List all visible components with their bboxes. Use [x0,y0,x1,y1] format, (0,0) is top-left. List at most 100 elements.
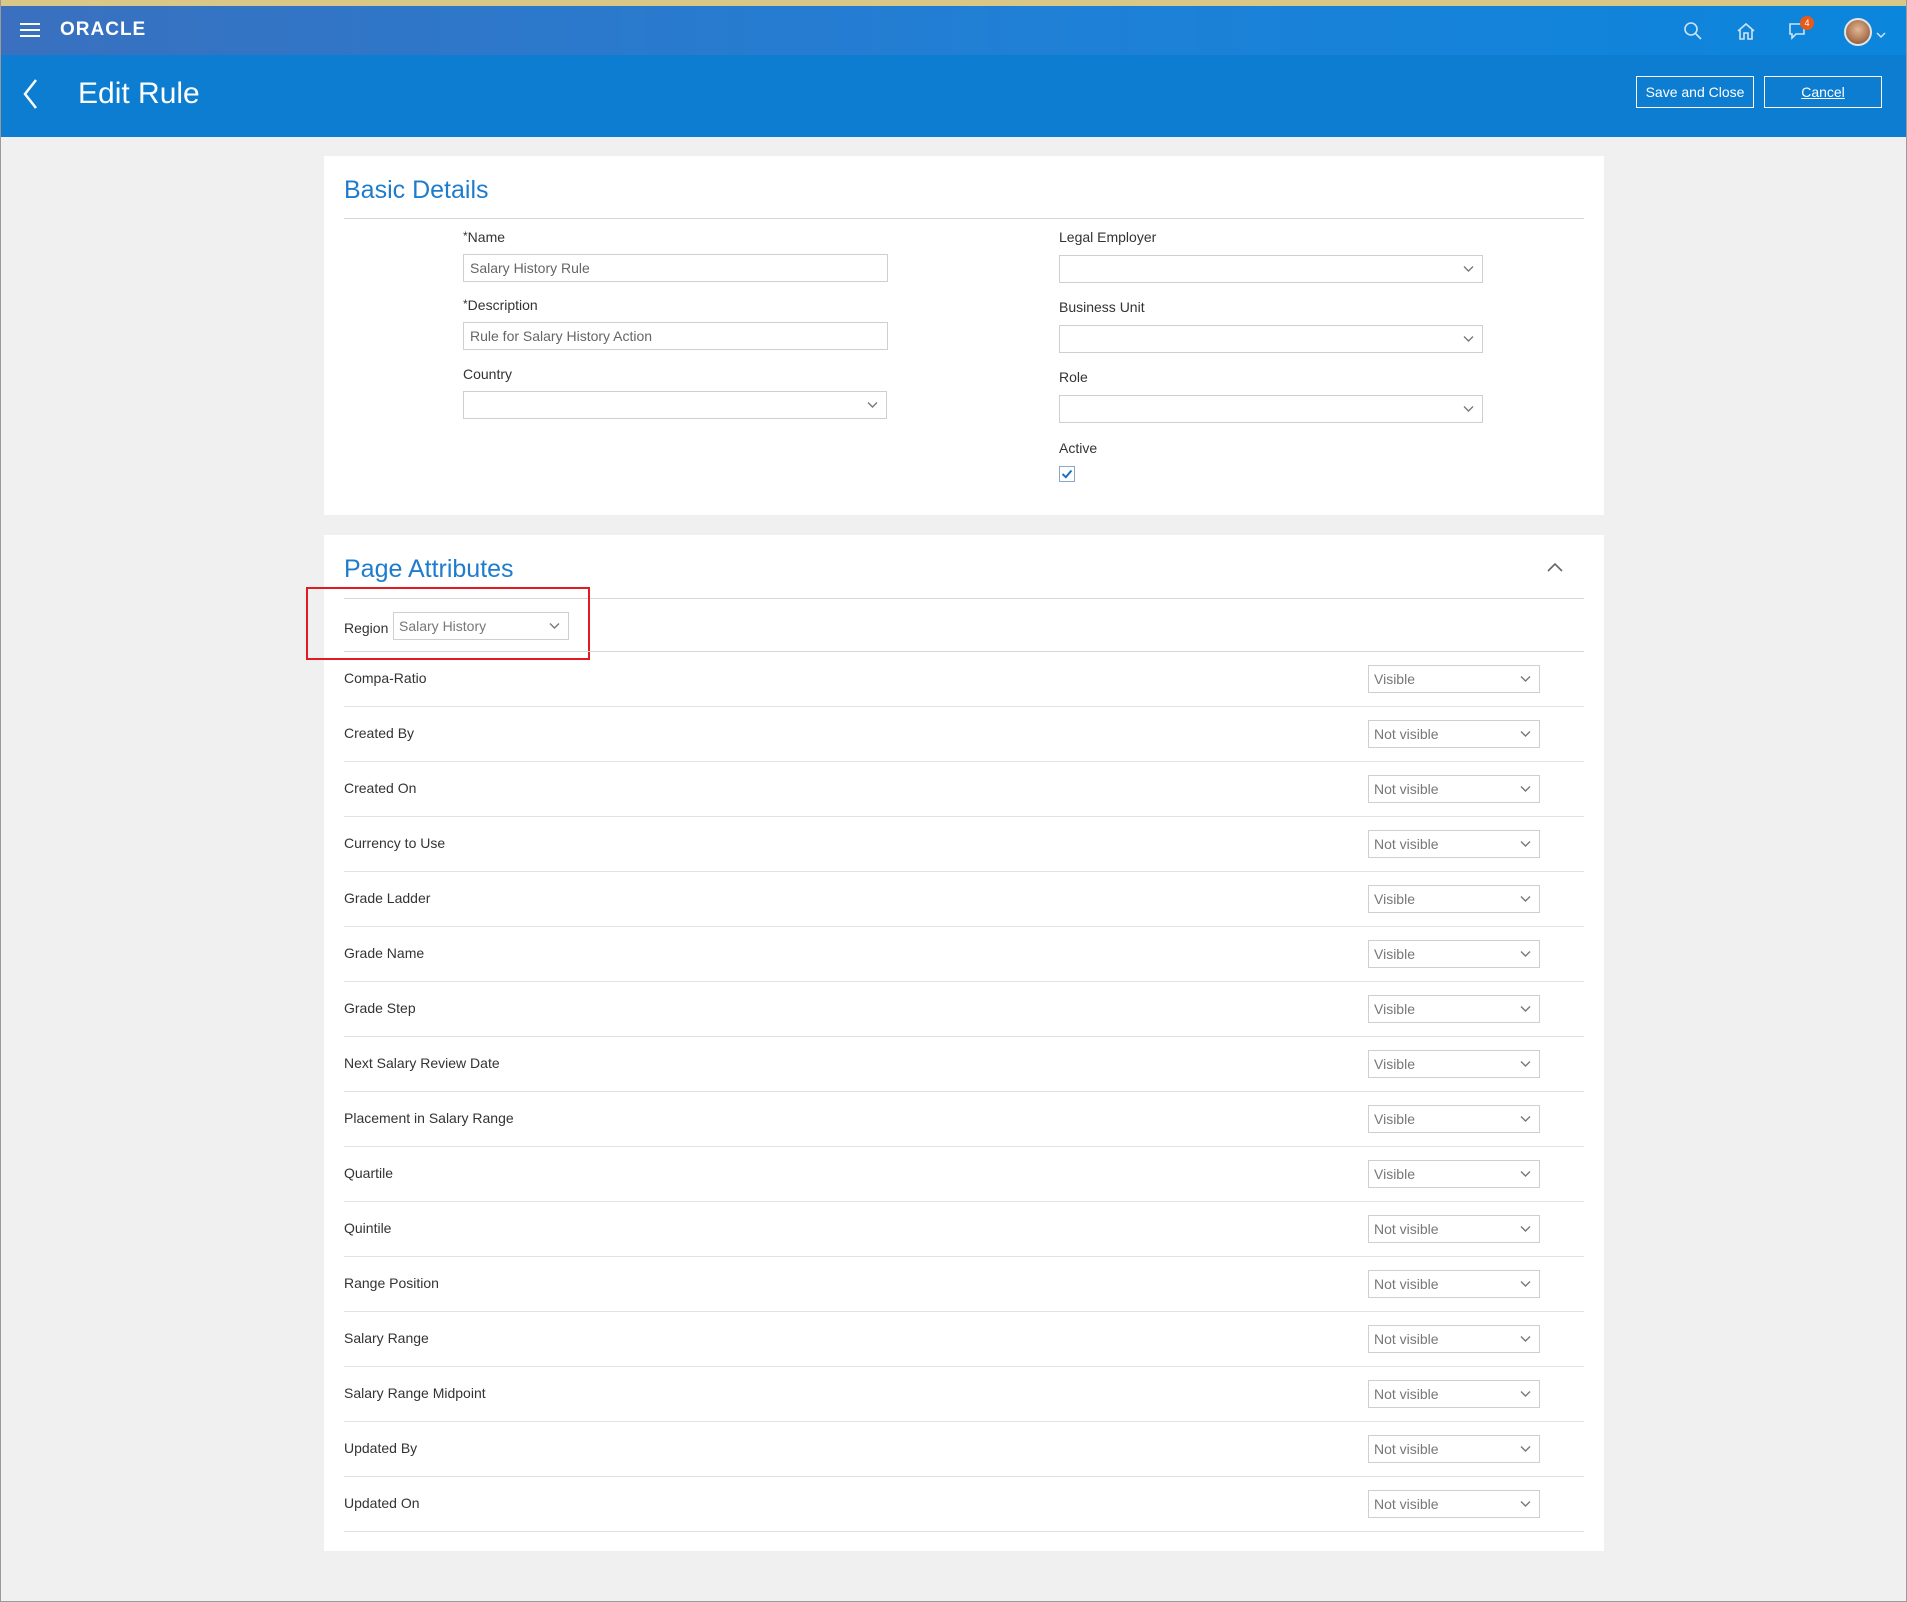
attribute-label: Quartile [344,1165,394,1181]
attribute-row: Range Position Not visible [344,1257,1584,1312]
role-label: Role [1059,369,1088,385]
visibility-value: Not visible [1374,1441,1439,1457]
chevron-down-icon [1520,951,1531,957]
attribute-label: Created On [344,780,417,796]
visibility-select[interactable]: Not visible [1368,1270,1540,1298]
visibility-select[interactable]: Visible [1368,885,1540,913]
page-title: Edit Rule [78,77,200,110]
visibility-select[interactable]: Visible [1368,940,1540,968]
chevron-down-icon [1520,1501,1531,1507]
oracle-logo: ORACLE [60,19,147,40]
page-attributes-section: Page Attributes Region Salary History Co… [306,535,1604,1551]
active-checkbox[interactable] [1059,466,1075,482]
chevron-down-icon [1520,1226,1531,1232]
visibility-value: Visible [1374,891,1415,907]
global-header: ORACLE 4 [0,6,1907,55]
search-icon[interactable] [1682,20,1704,42]
chevron-down-icon [1520,841,1531,847]
legal-employer-label: Legal Employer [1059,229,1157,245]
visibility-select[interactable]: Not visible [1368,1490,1540,1518]
attribute-row: Currency to Use Not visible [344,817,1584,872]
business-unit-label: Business Unit [1059,299,1145,315]
visibility-value: Visible [1374,1001,1415,1017]
chevron-up-icon[interactable] [1546,561,1564,573]
description-input[interactable]: Rule for Salary History Action [463,322,888,350]
save-and-close-button[interactable]: Save and Close [1636,76,1754,108]
visibility-select[interactable]: Not visible [1368,830,1540,858]
visibility-value: Visible [1374,671,1415,687]
visibility-value: Not visible [1374,836,1439,852]
basic-details-section: Basic Details *Name Salary History Rule … [324,156,1604,515]
chevron-down-icon[interactable] [1876,30,1886,40]
country-label: Country [463,366,513,382]
visibility-select[interactable]: Not visible [1368,775,1540,803]
chevron-down-icon [1520,1336,1531,1342]
notification-badge: 4 [1800,16,1814,30]
chevron-down-icon [1520,896,1531,902]
legal-employer-select[interactable] [1059,255,1483,283]
attribute-row: Created By Not visible [344,707,1584,762]
attribute-label: Quintile [344,1220,392,1236]
country-select[interactable] [463,391,887,419]
attribute-row: Created On Not visible [344,762,1584,817]
attribute-row: Quintile Not visible [344,1202,1584,1257]
back-arrow-icon[interactable] [20,77,44,111]
attribute-row: Salary Range Midpoint Not visible [344,1367,1584,1422]
attribute-label: Grade Step [344,1000,416,1016]
chevron-down-icon [1520,1061,1531,1067]
attribute-label: Salary Range Midpoint [344,1385,486,1401]
chevron-down-icon [1520,1391,1531,1397]
user-avatar[interactable] [1844,18,1872,46]
name-input[interactable]: Salary History Rule [463,254,888,282]
basic-details-title: Basic Details [344,176,489,204]
attribute-label: Next Salary Review Date [344,1055,500,1071]
active-label: Active [1059,440,1098,456]
attribute-label: Created By [344,725,415,741]
visibility-value: Not visible [1374,781,1439,797]
visibility-select[interactable]: Not visible [1368,1380,1540,1408]
chevron-down-icon [1520,1006,1531,1012]
chevron-down-icon [1520,786,1531,792]
visibility-select[interactable]: Visible [1368,665,1540,693]
visibility-value: Visible [1374,1166,1415,1182]
chevron-down-icon [549,623,560,629]
menu-icon[interactable] [20,23,40,39]
cancel-button[interactable]: Cancel [1764,76,1882,108]
attribute-row: Grade Step Visible [344,982,1584,1037]
business-unit-select[interactable] [1059,325,1483,353]
cancel-button-label: Cancel [1801,84,1845,100]
attribute-row: Grade Name Visible [344,927,1584,982]
visibility-select[interactable]: Not visible [1368,1325,1540,1353]
visibility-select[interactable]: Not visible [1368,1435,1540,1463]
visibility-value: Visible [1374,946,1415,962]
chevron-down-icon [1520,1281,1531,1287]
attribute-label: Updated On [344,1495,420,1511]
visibility-select[interactable]: Visible [1368,1105,1540,1133]
attribute-row: Compa-Ratio Visible [344,652,1584,707]
visibility-value: Not visible [1374,1331,1439,1347]
name-label-text: Name [467,229,506,245]
attribute-row: Salary Range Not visible [344,1312,1584,1367]
visibility-value: Not visible [1374,1386,1439,1402]
visibility-select[interactable]: Not visible [1368,1215,1540,1243]
role-select[interactable] [1059,395,1483,423]
visibility-value: Not visible [1374,1496,1439,1512]
chevron-down-icon [1520,1171,1531,1177]
visibility-value: Not visible [1374,1221,1439,1237]
chevron-down-icon [1520,1116,1531,1122]
region-select[interactable]: Salary History [393,612,569,640]
page-attributes-title: Page Attributes [344,555,514,583]
attribute-label: Updated By [344,1440,418,1456]
visibility-select[interactable]: Not visible [1368,720,1540,748]
home-icon[interactable] [1735,20,1757,42]
section-divider [344,218,1584,219]
visibility-select[interactable]: Visible [1368,995,1540,1023]
visibility-value: Not visible [1374,726,1439,742]
chevron-down-icon [1463,406,1474,412]
chevron-down-icon [1463,336,1474,342]
chevron-down-icon [1520,1446,1531,1452]
visibility-select[interactable]: Visible [1368,1160,1540,1188]
description-label-text: Description [467,297,538,313]
visibility-select[interactable]: Visible [1368,1050,1540,1078]
attribute-row: Next Salary Review Date Visible [344,1037,1584,1092]
